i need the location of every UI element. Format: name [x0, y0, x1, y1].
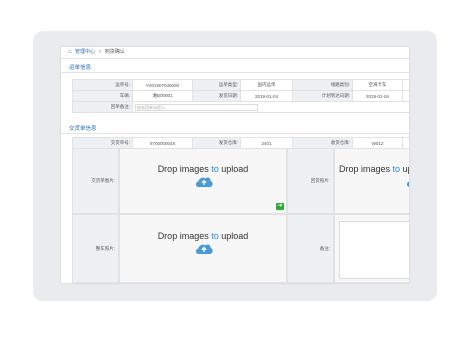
ship-date-value: 2019-01-04 [240, 90, 293, 102]
delivery-no-value: 8700000048 [132, 137, 193, 149]
waybill-no-label: 运单号: [72, 79, 133, 91]
waybill-no-value: Y201807040000 [132, 79, 193, 91]
breadcrumb-home-link[interactable]: 管理中心 [75, 49, 95, 55]
dropzone-text-prefix: Drop images [157, 231, 209, 241]
notes-cell [334, 214, 409, 283]
route-type-value: 空海卡车 [352, 79, 403, 91]
breadcrumb: ⌂ 管理中心 > 到货确认 [61, 47, 409, 59]
dropzone-text: Drop images to upload [120, 164, 286, 174]
section-title-waybill: 运单信息 [61, 59, 409, 73]
route-type-label: 线路类别: [292, 79, 353, 91]
dropzone-text-highlight: to [392, 164, 401, 174]
section-title-delivery: 交货单信息 [61, 120, 409, 134]
receive-warehouse-value: W012 [352, 137, 403, 149]
vehicle-label: 车辆: [72, 90, 133, 102]
dropzone-text-prefix: Drop images [157, 164, 209, 174]
car-photo-dropzone[interactable]: Drop images to upload [119, 214, 287, 283]
vehicle-value: 湘B00001 [132, 90, 193, 102]
cloud-upload-icon [406, 181, 409, 187]
dropzone-text: Drop images to upload [120, 231, 286, 241]
table-cell [402, 79, 409, 91]
dropzone-text: Drop images to upload [339, 164, 409, 174]
dropzone-text-highlight: to [211, 164, 219, 174]
ship-warehouse-label: 发货仓库: [192, 137, 241, 149]
receive-warehouse-label: 收货仓库: [292, 137, 353, 149]
remark-cell: 现有回单未提示 [132, 101, 409, 113]
table-cell [402, 137, 409, 149]
breadcrumb-current: 到货确认 [104, 49, 125, 55]
notes-label-cell: 备注: [287, 214, 334, 283]
delivery-photo-dropzone[interactable]: Drop images to upload ➔ [119, 148, 287, 214]
shipment-photo-dropzone[interactable]: Drop images to upload [334, 148, 409, 214]
add-photo-button[interactable]: ➔ [276, 203, 284, 210]
waybill-type-value: 国内运单 [240, 79, 293, 91]
table-row: 运单号: Y201807040000 运单类型: 国内运单 线路类别: 空海卡车 [72, 79, 409, 91]
ship-date-label: 发货日期: [192, 90, 241, 102]
planned-arrival-value: 2019-01-04 [352, 90, 403, 102]
notes-textarea[interactable] [339, 221, 409, 279]
dropzone-text-highlight: to [211, 231, 219, 241]
waybill-info-table: 运单号: Y201807040000 运单类型: 国内运单 线路类别: 空海卡车… [72, 79, 409, 113]
notes-label: 备注: [319, 245, 330, 251]
car-photo-label-cell: 整车照片: [72, 214, 119, 283]
remark-input[interactable]: 现有回单未提示 [135, 103, 258, 111]
home-icon[interactable]: ⌂ [68, 49, 72, 55]
dropzone-text-suffix: upload [402, 164, 409, 174]
delivery-photo-label-cell: 交货单图片: [72, 148, 119, 214]
table-row: 回单备注: 现有回单未提示 [72, 101, 409, 113]
dropzone-text-suffix: upload [221, 231, 249, 241]
remark-label: 回单备注: [72, 101, 133, 113]
cloud-upload-icon [195, 244, 213, 254]
breadcrumb-separator: > [98, 49, 102, 55]
table-cell [402, 90, 409, 102]
car-photo-label: 整车照片: [95, 245, 115, 251]
ship-warehouse-value: 2401 [240, 137, 293, 149]
table-row: 车辆: 湘B00001 发货日期: 2019-01-04 计划到达日期: 201… [72, 90, 409, 102]
planned-arrival-label: 计划到达日期: [292, 90, 353, 102]
table-row: 交货单号: 8700000048 发货仓库: 2401 收货仓库: W012 [72, 137, 409, 149]
dropzone-text-suffix: upload [221, 164, 249, 174]
delivery-no-label: 交货单号: [72, 137, 133, 149]
app-screen: ⌂ 管理中心 > 到货确认 运单信息 运单号: Y201807040000 运单… [61, 47, 409, 283]
dropzone-text-prefix: Drop images [339, 164, 391, 174]
delivery-photo-label: 交货单图片: [91, 178, 115, 183]
shipment-photo-label-cell: 回货照片: [287, 148, 334, 214]
shipment-photo-label: 回货照片: [310, 178, 330, 183]
waybill-type-label: 运单类型: [192, 79, 241, 91]
cloud-upload-icon [195, 177, 213, 187]
